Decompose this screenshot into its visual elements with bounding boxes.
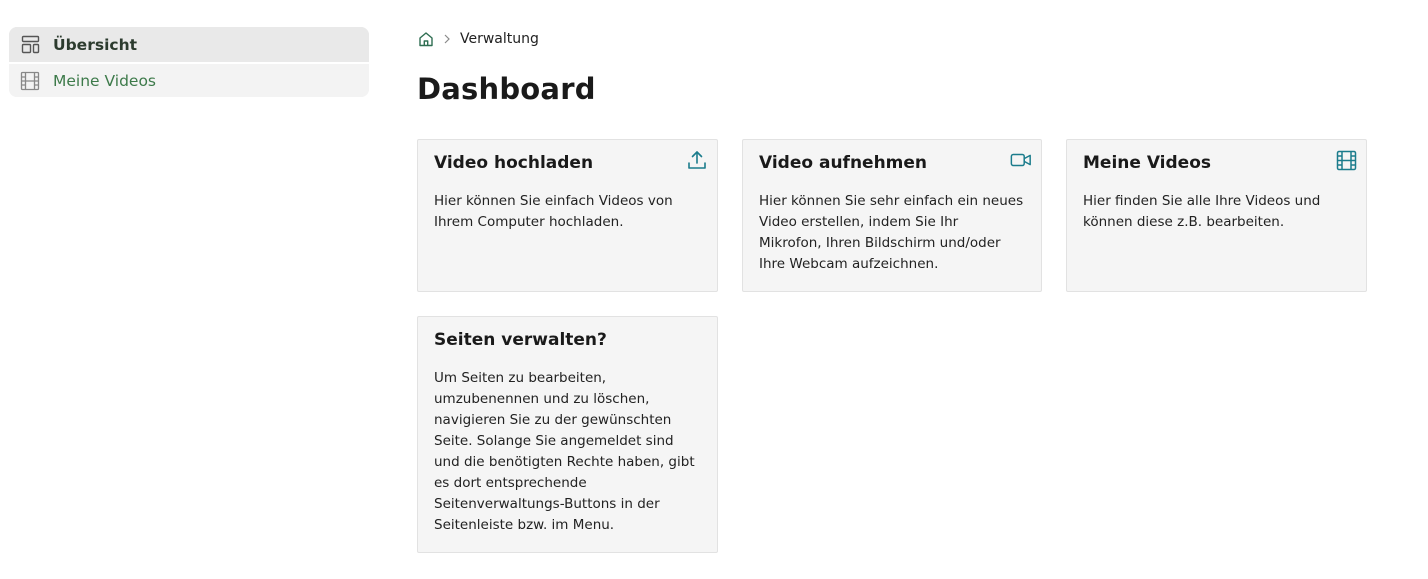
- card-video-hochladen[interactable]: Video hochladen Hier können Sie einfach …: [417, 139, 718, 292]
- sidebar-item-label: Übersicht: [53, 35, 138, 54]
- sidebar: Übersicht Meine Videos: [9, 27, 369, 97]
- home-icon[interactable]: [417, 30, 435, 48]
- page-title: Dashboard: [417, 72, 596, 106]
- card-text: Um Seiten zu bearbeiten, umzubenennen un…: [434, 370, 695, 533]
- sidebar-item-uebersicht[interactable]: Übersicht: [9, 27, 369, 62]
- film-icon: [1335, 149, 1357, 171]
- card-video-aufnehmen[interactable]: Video aufnehmen Hier können Sie sehr ein…: [742, 139, 1042, 292]
- page: Übersicht Meine Videos Verwaltung Dashbo…: [0, 0, 1428, 579]
- breadcrumb-current: Verwaltung: [460, 31, 539, 47]
- main-content: Verwaltung Dashboard Video hochladen Hie…: [417, 28, 1377, 553]
- card-text: Hier finden Sie alle Ihre Videos und kön…: [1083, 193, 1321, 230]
- card-title: Seiten verwalten?: [434, 330, 607, 350]
- sidebar-item-label: Meine Videos: [53, 71, 157, 90]
- sidebar-item-meine-videos[interactable]: Meine Videos: [9, 62, 369, 97]
- video-camera-icon: [1010, 149, 1032, 171]
- upload-icon: [686, 149, 708, 171]
- breadcrumb: Verwaltung: [417, 28, 1377, 50]
- card-text: Hier können Sie einfach Videos von Ihrem…: [434, 193, 673, 230]
- card-text: Hier können Sie sehr einfach ein neues V…: [759, 193, 1024, 272]
- chevron-right-icon: [443, 34, 451, 44]
- card-title: Video aufnehmen: [759, 153, 928, 173]
- card-seiten-verwalten[interactable]: Seiten verwalten? Um Seiten zu bearbeite…: [417, 316, 718, 553]
- layout-icon: [20, 35, 40, 55]
- card-meine-videos[interactable]: Meine Videos Hier finden Sie alle Ihre V…: [1066, 139, 1367, 292]
- card-title: Meine Videos: [1083, 153, 1212, 173]
- film-icon: [20, 71, 40, 91]
- card-title: Video hochladen: [434, 153, 594, 173]
